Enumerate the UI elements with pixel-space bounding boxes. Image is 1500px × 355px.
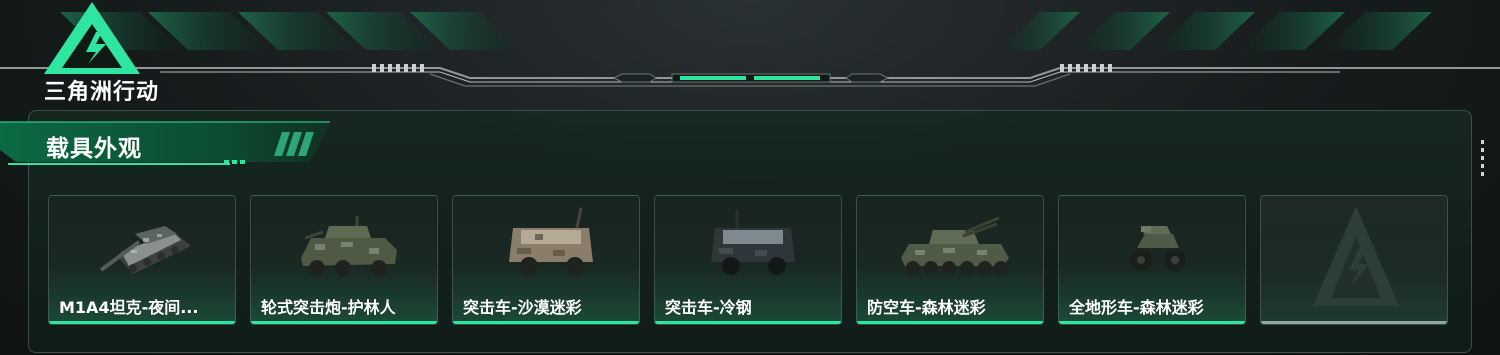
card-accent-bar xyxy=(857,321,1043,324)
vehicle-card-tank[interactable]: M1A4坦克-夜间... xyxy=(48,195,236,325)
card-accent-bar xyxy=(655,321,841,324)
card-accent-bar xyxy=(453,321,639,324)
wheeled-assault-gun-icon xyxy=(301,216,397,276)
brand-name: 三角洲行动 xyxy=(44,80,160,105)
vehicle-label: 突击车-冷钢 xyxy=(665,298,752,317)
vehicle-card-wheeled-assault-gun[interactable]: 轮式突击炮-护林人 xyxy=(250,195,438,325)
vehicle-card-anti-air[interactable]: 防空车-森林迷彩 xyxy=(856,195,1044,325)
assault-vehicle-icon xyxy=(711,210,795,275)
card-accent-bar xyxy=(251,321,437,324)
vehicle-card-assault-desert[interactable]: 突击车-沙漠迷彩 xyxy=(452,195,640,325)
vehicle-label: 轮式突击炮-护林人 xyxy=(261,298,396,317)
vehicle-label: M1A4坦克-夜间... xyxy=(59,298,199,317)
vehicle-label: 防空车-森林迷彩 xyxy=(867,298,986,317)
card-accent-bar xyxy=(1261,321,1447,324)
side-scroll-indicator xyxy=(1481,140,1485,180)
empty-vehicle-slot xyxy=(1260,195,1448,325)
vehicle-label: 全地形车-森林迷彩 xyxy=(1069,298,1204,317)
anti-air-vehicle-icon xyxy=(901,216,1009,275)
atv-icon xyxy=(1130,226,1186,271)
assault-vehicle-icon xyxy=(509,207,593,275)
panel-title: 载具外观 xyxy=(46,136,142,162)
placeholder-logo-icon xyxy=(1313,206,1399,306)
card-accent-bar xyxy=(49,321,235,324)
card-accent-bar xyxy=(1059,321,1245,324)
vehicle-card-atv[interactable]: 全地形车-森林迷彩 xyxy=(1058,195,1246,325)
top-decoration xyxy=(0,12,1500,87)
tank-icon xyxy=(99,226,191,274)
vehicle-label: 突击车-沙漠迷彩 xyxy=(463,298,582,317)
vehicle-card-assault-cold-steel[interactable]: 突击车-冷钢 xyxy=(654,195,842,325)
